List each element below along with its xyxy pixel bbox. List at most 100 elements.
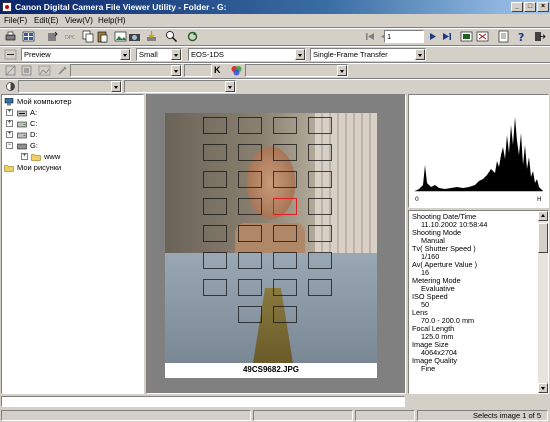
thumbnail-size-select[interactable]: Small [136,48,182,61]
chevron-down-icon[interactable] [415,49,425,60]
af-point [238,117,262,134]
tree-label: www [44,152,61,161]
info-label: ISO Speed [412,292,448,301]
expand-icon[interactable]: + [6,131,13,138]
chevron-down-icon[interactable] [225,81,235,92]
next-page-icon[interactable] [426,30,439,43]
brightness-icon[interactable] [4,80,17,93]
picture-style-select[interactable] [245,64,348,77]
menu-help[interactable]: Help(H) [98,15,126,26]
af-point [273,252,297,269]
properties-icon[interactable] [497,30,510,43]
image-view-icon[interactable] [114,30,127,43]
tree-item-drive-d[interactable]: + D: [4,130,134,140]
expand-icon[interactable]: + [6,109,13,116]
camera-icon[interactable] [128,30,141,43]
print-icon[interactable] [4,30,17,43]
app-window: Canon Digital Camera File Viewer Utility… [0,0,550,422]
color-palette-icon[interactable] [230,64,243,77]
comment-field[interactable] [1,396,405,407]
view-mode-select[interactable]: Preview [21,48,131,61]
shooting-info: Shooting Date/Time 11.10.2002 10:58:44 Sho… [408,210,549,394]
menu-bar: File(F) Edit(E) View(V) Help(H) [0,14,550,27]
status-bar: Selects image 1 of 5 [0,409,550,422]
scroll-up-icon[interactable] [538,211,548,221]
adjust-toolbar [0,80,550,93]
refresh-icon[interactable] [186,30,199,43]
chevron-down-icon[interactable] [120,49,130,60]
minimize-button[interactable]: _ [511,2,523,12]
menu-edit[interactable]: Edit(E) [34,15,58,26]
thumbnail-frame[interactable]: 49CS9682.JPG [165,113,377,378]
tree-item-drive-g[interactable]: − G: [4,141,134,151]
first-page-icon[interactable] [364,30,377,43]
removable-drive-icon [17,142,27,150]
maximize-button[interactable]: □ [524,2,536,12]
app-icon [2,2,12,12]
af-point-grid [165,113,377,363]
photo-image[interactable] [165,113,377,363]
zoom-icon[interactable] [165,30,178,43]
info-value: 50 [421,300,430,309]
expand-icon[interactable]: + [21,153,28,160]
chevron-down-icon[interactable] [111,81,121,92]
last-page-icon[interactable] [440,30,453,43]
chevron-down-icon[interactable] [171,49,181,60]
image-preview-pane: 49CS9682.JPG [146,94,406,394]
folder-icon [4,164,14,172]
thumbnail-view-icon[interactable] [22,30,35,43]
af-point [273,279,297,296]
eyedropper-icon[interactable] [56,64,69,77]
color-temp-input[interactable] [184,64,212,77]
chevron-down-icon[interactable] [337,65,347,76]
paste-icon[interactable] [96,30,109,43]
tree-item-my-computer[interactable]: Мой компьютер [4,97,134,107]
exit-icon[interactable] [533,30,546,43]
download-icon[interactable] [145,30,158,43]
collapse-icon[interactable]: − [6,142,13,149]
transfer-mode-value: Single-Frame Transfer [313,50,388,59]
menu-view[interactable]: View(V) [65,15,93,26]
info-panel: 0 H Shooting Date/Time 11.10.2002 10:58:4… [408,94,549,394]
chevron-down-icon[interactable] [171,65,181,76]
fullscreen-icon[interactable] [476,30,489,43]
info-label: Av( Aperture Value ) [412,260,478,269]
tree-item-www[interactable]: + www [4,152,134,162]
histogram-max-label: H [537,196,542,203]
filter-icon[interactable] [4,48,17,61]
scroll-down-icon[interactable] [538,383,548,393]
af-point [308,279,332,296]
copy-icon[interactable] [82,30,95,43]
tree-item-drive-a[interactable]: + A: [4,108,134,118]
chevron-down-icon[interactable] [295,49,305,60]
help-icon[interactable]: ? [515,30,528,43]
info-scrollbar[interactable] [538,211,548,393]
dpc-icon[interactable]: DPC [64,30,77,43]
slideshow-icon[interactable] [460,30,473,43]
crop-icon[interactable] [4,64,17,77]
window-title: Canon Digital Camera File Viewer Utility… [15,2,227,12]
contrast-select[interactable] [124,80,236,93]
page-number-input[interactable] [384,30,424,43]
af-point [308,117,332,134]
camera-model-select[interactable]: EOS-1DS [188,48,306,61]
transfer-mode-select[interactable]: Single-Frame Transfer [310,48,426,61]
af-point [273,144,297,161]
tree-item-my-pictures[interactable]: Мои рисунки [4,163,134,173]
resize-icon[interactable] [20,64,33,77]
scroll-thumb[interactable] [538,223,548,253]
image-edit-icon[interactable] [38,64,51,77]
af-point [308,252,332,269]
tone-select[interactable] [70,64,182,77]
close-button[interactable]: × [537,2,549,12]
histogram-min-label: 0 [415,196,419,203]
af-point [238,171,262,188]
rotate-icon[interactable] [46,30,59,43]
tree-item-drive-c[interactable]: + C: [4,119,134,129]
expand-icon[interactable]: + [6,120,13,127]
tree-label: D: [30,130,38,139]
svg-text:?: ? [518,31,524,43]
view-toolbar: Preview Small EOS-1DS Single-Frame Trans… [0,47,550,62]
brightness-select[interactable] [18,80,122,93]
menu-file[interactable]: File(F) [4,15,27,26]
